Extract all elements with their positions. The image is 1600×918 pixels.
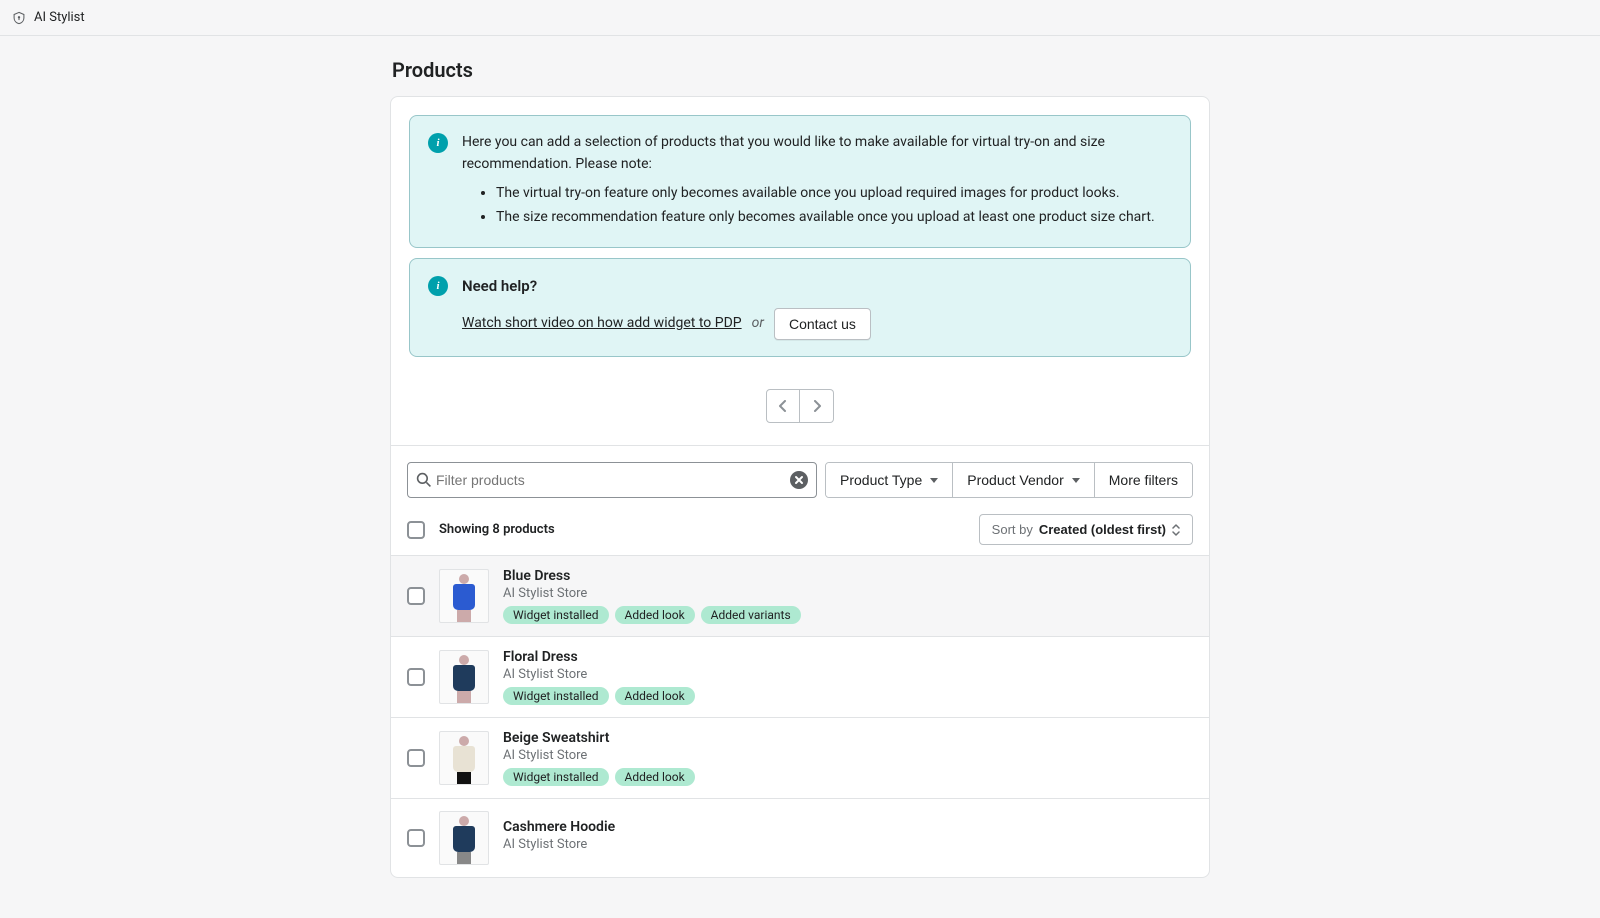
product-checkbox[interactable] (407, 587, 425, 605)
more-filters-button[interactable]: More filters (1095, 463, 1192, 497)
search-wrap (407, 462, 817, 498)
product-name: Beige Sweatshirt (503, 730, 1193, 746)
top-bar: AI Stylist (0, 0, 1600, 36)
app-name: AI Stylist (34, 10, 85, 25)
product-vendor-filter[interactable]: Product Vendor (953, 463, 1095, 497)
status-badge: Widget installed (503, 606, 609, 624)
filter-group: Product Type Product Vendor More filters (825, 462, 1193, 498)
help-banner: i Need help? Watch short video on how ad… (409, 258, 1191, 357)
info-banner: i Here you can add a selection of produc… (409, 115, 1191, 248)
product-badges: Widget installed Added look (503, 687, 1193, 705)
product-badges: Widget installed Added look Added variants (503, 606, 1193, 624)
product-list: Blue Dress AI Stylist Store Widget install… (391, 555, 1209, 877)
status-badge: Added look (615, 687, 695, 705)
product-name: Cashmere Hoodie (503, 819, 1193, 835)
status-badge: Widget installed (503, 768, 609, 786)
help-heading: Need help? (462, 275, 1172, 298)
product-thumbnail (439, 569, 489, 623)
status-badge: Widget installed (503, 687, 609, 705)
status-badge: Added variants (701, 606, 801, 624)
product-checkbox[interactable] (407, 829, 425, 847)
shield-icon (12, 11, 26, 25)
main-card: i Here you can add a selection of produc… (390, 96, 1210, 878)
product-store: AI Stylist Store (503, 748, 1193, 763)
help-video-link[interactable]: Watch short video on how add widget to P… (462, 313, 742, 335)
info-intro: Here you can add a selection of products… (462, 132, 1172, 175)
product-checkbox[interactable] (407, 749, 425, 767)
help-or: or (752, 313, 764, 335)
info-icon: i (428, 133, 448, 153)
chevron-left-icon (778, 400, 788, 412)
status-badge: Added look (615, 768, 695, 786)
product-type-filter[interactable]: Product Type (826, 463, 953, 497)
product-name: Floral Dress (503, 649, 1193, 665)
product-badges: Widget installed Added look (503, 768, 1193, 786)
clear-search-button[interactable] (790, 471, 808, 489)
search-icon (416, 472, 432, 488)
product-thumbnail (439, 731, 489, 785)
product-store: AI Stylist Store (503, 586, 1193, 601)
product-name: Blue Dress (503, 568, 1193, 584)
product-row[interactable]: Cashmere Hoodie AI Stylist Store (391, 798, 1209, 877)
caret-down-icon (1072, 478, 1080, 483)
product-thumbnail (439, 811, 489, 865)
caret-down-icon (930, 478, 938, 483)
filter-label: More filters (1109, 472, 1178, 488)
product-store: AI Stylist Store (503, 837, 1193, 852)
chevron-right-icon (812, 400, 822, 412)
info-bullets: The virtual try-on feature only becomes … (496, 183, 1172, 228)
select-all-checkbox[interactable] (407, 521, 425, 539)
summary-text: Showing 8 products (439, 522, 555, 537)
product-info: Beige Sweatshirt AI Stylist Store Widget i… (503, 730, 1193, 786)
sort-button[interactable]: Sort by Created (oldest first) (979, 514, 1193, 545)
help-body: Need help? Watch short video on how add … (462, 275, 1172, 340)
info-icon: i (428, 276, 448, 296)
info-bullet: The size recommendation feature only bec… (496, 207, 1172, 229)
page: Products i Here you can add a selection … (390, 36, 1210, 918)
summary-row: Showing 8 products Sort by Created (olde… (391, 508, 1209, 555)
product-row[interactable]: Blue Dress AI Stylist Store Widget install… (391, 555, 1209, 636)
search-input[interactable] (432, 464, 790, 496)
sort-prefix: Sort by (992, 522, 1033, 537)
product-thumbnail (439, 650, 489, 704)
info-body: Here you can add a selection of products… (462, 132, 1172, 231)
prev-page-button[interactable] (766, 389, 800, 423)
product-info: Cashmere Hoodie AI Stylist Store (503, 819, 1193, 857)
filters-row: Product Type Product Vendor More filters (391, 446, 1209, 508)
product-info: Floral Dress AI Stylist Store Widget insta… (503, 649, 1193, 705)
product-row[interactable]: Floral Dress AI Stylist Store Widget insta… (391, 636, 1209, 717)
status-badge: Added look (615, 606, 695, 624)
filter-label: Product Vendor (967, 472, 1064, 488)
contact-us-button[interactable]: Contact us (774, 308, 871, 340)
pagination (391, 367, 1209, 445)
product-info: Blue Dress AI Stylist Store Widget install… (503, 568, 1193, 624)
sort-updown-icon (1172, 524, 1180, 536)
info-bullet: The virtual try-on feature only becomes … (496, 183, 1172, 205)
product-store: AI Stylist Store (503, 667, 1193, 682)
filter-label: Product Type (840, 472, 922, 488)
help-row: Watch short video on how add widget to P… (462, 308, 1172, 340)
product-checkbox[interactable] (407, 668, 425, 686)
next-page-button[interactable] (800, 389, 834, 423)
page-title: Products (392, 58, 1210, 82)
product-row[interactable]: Beige Sweatshirt AI Stylist Store Widget i… (391, 717, 1209, 798)
sort-value: Created (oldest first) (1039, 522, 1166, 537)
